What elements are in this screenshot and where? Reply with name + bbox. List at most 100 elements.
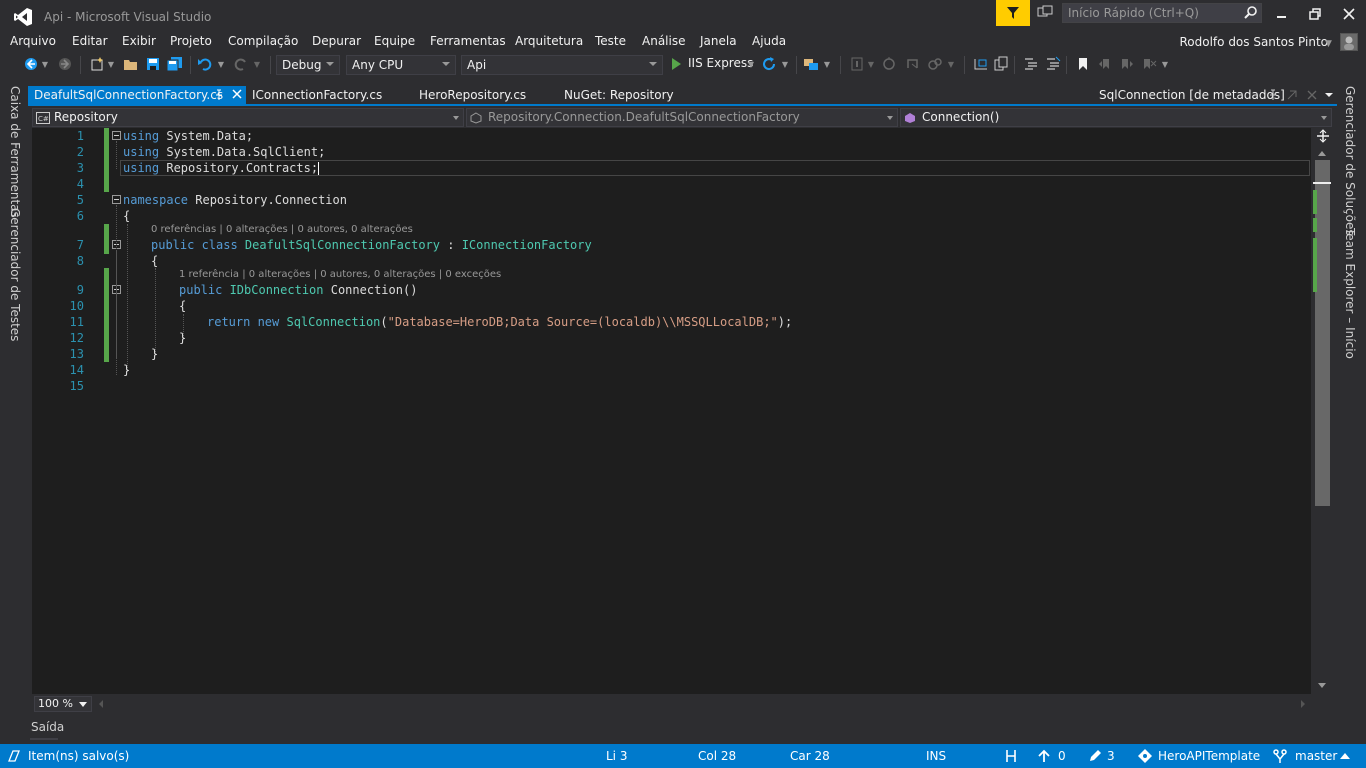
codelens-class[interactable]: 0 referências | 0 alterações | 0 autores… — [151, 224, 413, 235]
code-editor[interactable] — [32, 128, 1311, 694]
branch-name[interactable]: master — [1295, 749, 1337, 763]
solution-explorer-tab[interactable]: Gerenciador de Soluções — [1343, 86, 1357, 236]
git-branch-icon[interactable] — [1272, 748, 1288, 764]
menu-teste[interactable]: Teste — [595, 34, 626, 48]
tab-deafultsqlconnectionfactory[interactable]: DeafultSqlConnectionFactory.cs — [28, 86, 246, 106]
run-target-button[interactable]: IIS Express — [688, 56, 753, 70]
breakpoint-icon[interactable] — [848, 52, 866, 76]
startup-project-select[interactable]: Api — [461, 55, 663, 75]
code-line-9[interactable]: public IDbConnection Connection() — [179, 283, 417, 297]
undo-icon[interactable] — [196, 52, 214, 76]
chevron-down-icon[interactable]: ▼ — [780, 52, 790, 76]
toolbox-tab[interactable]: Caixa de Ferramentas — [8, 86, 22, 218]
menu-editar[interactable]: Editar — [72, 34, 108, 48]
code-line-6[interactable]: { — [123, 209, 130, 223]
codelens-method[interactable]: 1 referência | 0 alterações | 0 autores,… — [179, 269, 501, 280]
code-line-14[interactable]: } — [123, 363, 130, 377]
menu-depurar[interactable]: Depurar — [312, 34, 361, 48]
menu-analise[interactable]: Análise — [642, 34, 685, 48]
scroll-down-icon[interactable] — [1317, 682, 1327, 690]
tab-list-dropdown-icon[interactable] — [1324, 91, 1334, 99]
code-line-13[interactable]: } — [151, 347, 158, 361]
chevron-down-icon[interactable]: ▼ — [746, 52, 756, 76]
redo-icon[interactable] — [232, 52, 250, 76]
scroll-right-icon[interactable] — [1300, 699, 1306, 709]
tab-iconnectionfactory[interactable]: IConnectionFactory.cs — [246, 86, 388, 106]
restore-button[interactable] — [1307, 6, 1323, 22]
format-document-icon[interactable] — [972, 52, 990, 76]
avatar[interactable] — [1340, 33, 1358, 51]
menu-arquivo[interactable]: Arquivo — [10, 34, 56, 48]
menu-projeto[interactable]: Projeto — [170, 34, 212, 48]
solution-platform-select[interactable]: Any CPU — [346, 55, 456, 75]
menu-compilacao[interactable]: Compilação — [228, 34, 298, 48]
open-file-icon[interactable] — [122, 52, 140, 76]
menu-arquitetura[interactable]: Arquitetura — [515, 34, 583, 48]
quick-launch-input[interactable]: Início Rápido (Ctrl+Q) — [1062, 3, 1262, 23]
solution-configuration-select[interactable]: Debug — [276, 55, 340, 75]
minimize-button[interactable] — [1273, 6, 1289, 22]
type-dropdown[interactable]: Repository.Connection.DeafultSqlConnecti… — [466, 108, 898, 127]
tab-herorepository[interactable]: HeroRepository.cs — [413, 86, 532, 106]
save-icon[interactable] — [144, 52, 162, 76]
promote-tab-icon[interactable] — [1286, 89, 1298, 101]
code-line-12[interactable]: } — [179, 331, 186, 345]
chevron-down-icon[interactable]: ▼ — [252, 52, 262, 76]
tab-nuget-repository[interactable]: NuGet: Repository — [558, 86, 680, 106]
collapse-toggle-icon[interactable] — [112, 195, 121, 204]
refresh-icon[interactable] — [760, 52, 778, 76]
close-window-button[interactable] — [1341, 6, 1357, 22]
toolbar-overflow-icon[interactable]: ▼ — [1160, 52, 1170, 76]
zoom-select[interactable]: 100 % — [34, 696, 92, 712]
repository-name[interactable]: HeroAPITemplate — [1158, 749, 1260, 763]
menu-ajuda[interactable]: Ajuda — [752, 34, 786, 48]
feedback-filter-icon[interactable] — [996, 0, 1030, 26]
code-line-1[interactable]: using System.Data; — [123, 129, 253, 143]
clear-bookmarks-icon[interactable] — [1140, 52, 1158, 76]
user-name[interactable]: Rodolfo dos Santos Pinto — [1180, 35, 1329, 49]
copy-icon[interactable] — [992, 52, 1010, 76]
menu-exibir[interactable]: Exibir — [122, 34, 156, 48]
unpublished-commits-count[interactable]: 0 — [1058, 749, 1066, 763]
bookmark-icon[interactable] — [1074, 52, 1092, 76]
code-line-5[interactable]: namespace Repository.Connection — [123, 193, 347, 207]
code-line-11[interactable]: return new SqlConnection("Database=HeroD… — [207, 315, 792, 329]
scroll-thumb[interactable] — [1315, 160, 1330, 506]
pin-icon[interactable] — [214, 89, 224, 101]
collapse-toggle-icon[interactable] — [112, 131, 121, 140]
menu-janela[interactable]: Janela — [700, 34, 737, 48]
pin-icon[interactable] — [1268, 89, 1278, 101]
scroll-up-icon[interactable] — [1317, 149, 1327, 157]
status-window-icon[interactable] — [6, 749, 20, 763]
close-preview-icon[interactable] — [1306, 89, 1318, 101]
uncomment-lines-icon[interactable] — [1044, 52, 1062, 76]
code-line-10[interactable]: { — [179, 299, 186, 313]
comment-lines-icon[interactable] — [1022, 52, 1040, 76]
menu-ferramentas[interactable]: Ferramentas — [430, 34, 506, 48]
menu-equipe[interactable]: Equipe — [374, 34, 415, 48]
scroll-left-icon[interactable] — [98, 699, 104, 709]
git-status-icon[interactable] — [1004, 748, 1018, 764]
pencil-icon[interactable] — [1088, 749, 1102, 763]
chevron-down-icon[interactable]: ▼ — [40, 52, 50, 76]
search-icon[interactable] — [1243, 5, 1259, 21]
previous-bookmark-icon[interactable] — [1096, 52, 1114, 76]
save-all-icon[interactable] — [166, 52, 184, 76]
chevron-down-icon[interactable]: ▼ — [822, 52, 832, 76]
chevron-down-icon[interactable]: ▼ — [1325, 39, 1332, 49]
chevron-down-icon[interactable]: ▼ — [866, 52, 876, 76]
split-window-icon[interactable] — [1316, 129, 1330, 143]
next-bookmark-icon[interactable] — [1118, 52, 1136, 76]
code-line-3[interactable]: using Repository.Contracts; — [123, 161, 320, 175]
start-debugging-icon[interactable] — [668, 52, 684, 76]
step-into-icon[interactable] — [880, 52, 898, 76]
chevron-down-icon[interactable]: ▼ — [106, 52, 116, 76]
step-out-icon[interactable] — [926, 52, 944, 76]
team-explorer-tab[interactable]: Team Explorer – Início — [1343, 228, 1357, 359]
code-line-7[interactable]: public class DeafultSqlConnectionFactory… — [151, 238, 592, 252]
chevron-down-icon[interactable]: ▼ — [946, 52, 956, 76]
new-project-icon[interactable] — [88, 52, 106, 76]
step-over-icon[interactable] — [904, 52, 922, 76]
pending-changes-count[interactable]: 3 — [1107, 749, 1115, 763]
code-line-2[interactable]: using System.Data.SqlClient; — [123, 145, 325, 159]
